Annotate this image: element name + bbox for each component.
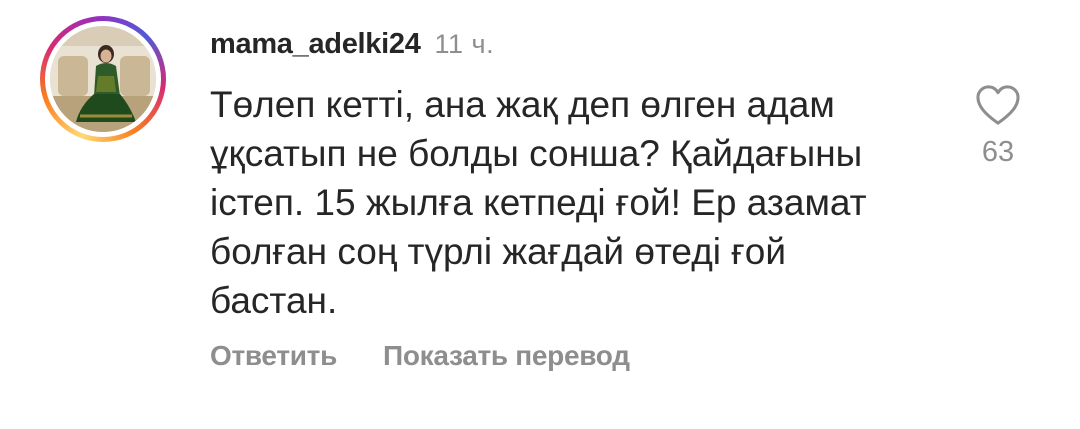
- comment-body: mama_adelki24 11 ч. Төлеп кетті, ана жақ…: [210, 28, 930, 325]
- show-translation-button[interactable]: Показать перевод: [383, 340, 630, 372]
- comment-meta: mama_adelki24 11 ч.: [210, 28, 930, 68]
- comment-item: mama_adelki24 11 ч. Төлеп кетті, ана жақ…: [0, 0, 1080, 429]
- avatar-story-ring[interactable]: [40, 16, 166, 142]
- reply-button[interactable]: Ответить: [210, 340, 337, 372]
- comment-text: Төлеп кетті, ана жақ деп өлген адам ұқса…: [210, 84, 867, 321]
- comment-timestamp: 11 ч.: [434, 29, 495, 59]
- username-link[interactable]: mama_adelki24: [210, 28, 421, 61]
- like-control: 63: [968, 84, 1028, 169]
- comment-actions: Ответить Показать перевод: [210, 340, 630, 372]
- heart-icon[interactable]: [975, 84, 1021, 126]
- avatar[interactable]: [50, 26, 156, 132]
- like-count: 63: [981, 136, 1015, 168]
